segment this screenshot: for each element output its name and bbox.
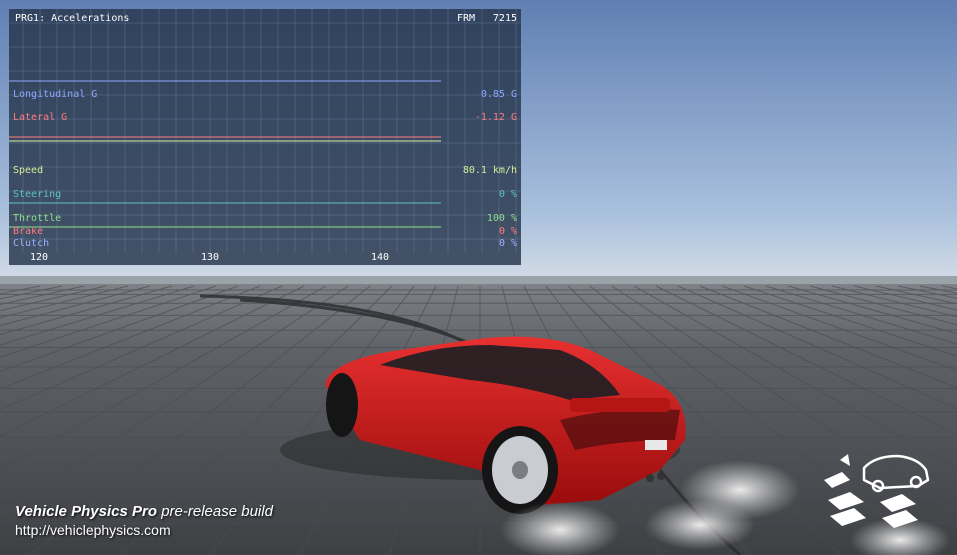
- frame-label: FRM: [457, 13, 476, 24]
- channel-label-steering: Steering: [13, 189, 62, 200]
- channel-label-lateral: Lateral G: [13, 112, 68, 123]
- website-url: http://vehiclephysics.com: [15, 522, 171, 538]
- product-name: Vehicle Physics Pro: [15, 503, 158, 520]
- x-tick-120: 120: [30, 252, 49, 263]
- channel-value-longitudinal: 0.85 G: [480, 89, 517, 100]
- frame-value: 7215: [492, 13, 517, 24]
- channel-value-throttle: 100 %: [486, 213, 517, 224]
- build-label: pre-release build: [161, 503, 273, 520]
- vehicle-physics-logo-icon: [824, 454, 930, 528]
- channel-value-brake: 0 %: [498, 226, 517, 237]
- telemetry-title: PRG1: Accelerations: [15, 13, 130, 24]
- telemetry-grid: [9, 9, 521, 253]
- channel-value-steering: 0 %: [498, 189, 517, 200]
- channel-label-brake: Brake: [13, 226, 44, 237]
- telemetry-panel: PRG1: Accelerations FRM 7215 Longitudina…: [9, 9, 521, 265]
- x-tick-140: 140: [371, 252, 390, 263]
- channel-label-clutch: Clutch: [13, 238, 50, 249]
- channel-value-lateral: -1.12 G: [474, 112, 517, 123]
- channel-label-speed: Speed: [13, 165, 44, 176]
- build-caption: Vehicle Physics Pro pre-release build ht…: [15, 503, 273, 539]
- x-tick-130: 130: [201, 252, 220, 263]
- channel-label-longitudinal: Longitudinal G: [13, 89, 98, 100]
- channel-value-clutch: 0 %: [498, 238, 517, 249]
- channel-value-speed: 80.1 km/h: [462, 165, 517, 176]
- channel-label-throttle: Throttle: [13, 213, 62, 224]
